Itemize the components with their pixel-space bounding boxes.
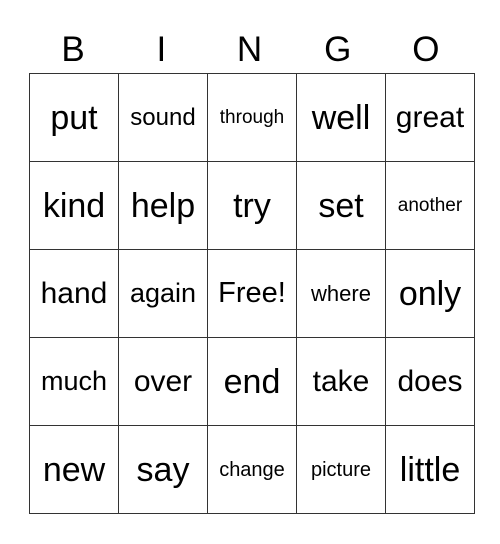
bingo-cell: great <box>385 73 475 162</box>
bingo-cell: put <box>29 73 119 162</box>
bingo-cell: does <box>385 337 475 426</box>
bingo-cell: another <box>385 161 475 250</box>
bingo-cell: again <box>118 249 208 338</box>
bingo-cell: well <box>296 73 386 162</box>
bingo-grid: put sound through well great kind help t… <box>29 73 475 514</box>
bingo-cell: hand <box>29 249 119 338</box>
bingo-cell: picture <box>296 425 386 514</box>
header-letter-o: O <box>412 30 440 69</box>
bingo-cell: only <box>385 249 475 338</box>
bingo-cell: help <box>118 161 208 250</box>
header-letter-n: N <box>236 30 263 69</box>
bingo-header: B I N G O <box>29 28 470 72</box>
bingo-cell: kind <box>29 161 119 250</box>
bingo-cell: sound <box>118 73 208 162</box>
bingo-cell: change <box>207 425 297 514</box>
bingo-cell: through <box>207 73 297 162</box>
grid-row: kind help try set another <box>29 161 475 250</box>
bingo-cell: end <box>207 337 297 426</box>
bingo-cell: try <box>207 161 297 250</box>
bingo-cell: say <box>118 425 208 514</box>
bingo-cell: over <box>118 337 208 426</box>
bingo-cell: new <box>29 425 119 514</box>
header-letter-b: B <box>61 30 85 69</box>
bingo-cell: little <box>385 425 475 514</box>
grid-row: much over end take does <box>29 337 475 426</box>
header-letter-i: I <box>156 30 167 69</box>
free-space-cell: Free! <box>207 249 297 338</box>
grid-row: put sound through well great <box>29 73 475 162</box>
grid-row: hand again Free! where only <box>29 249 475 338</box>
grid-row: new say change picture little <box>29 425 475 514</box>
bingo-cell: where <box>296 249 386 338</box>
header-letter-g: G <box>324 30 352 69</box>
bingo-cell: set <box>296 161 386 250</box>
bingo-cell: much <box>29 337 119 426</box>
bingo-cell: take <box>296 337 386 426</box>
